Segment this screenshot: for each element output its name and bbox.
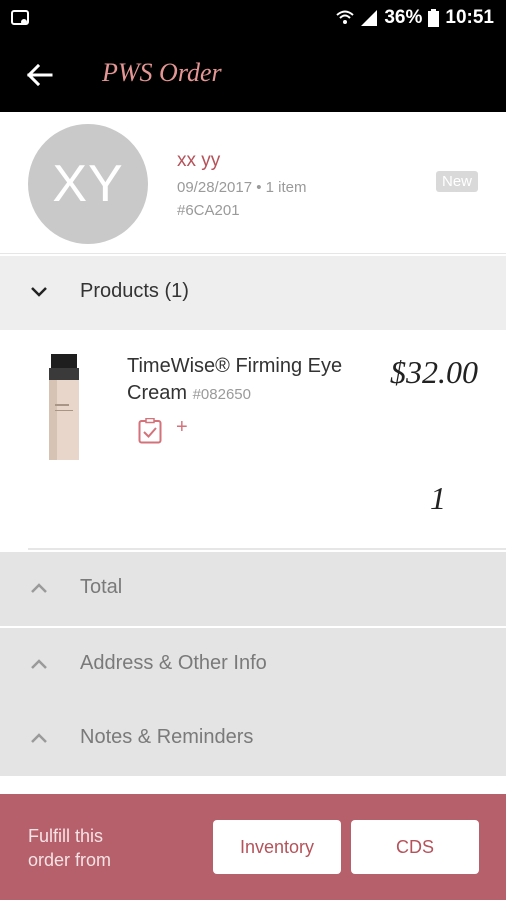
checklist-icon[interactable] (138, 418, 162, 444)
total-section-label: Total (80, 576, 123, 598)
avatar: XY (28, 124, 148, 244)
address-section-header[interactable]: Address & Other Info (0, 628, 506, 702)
cds-button[interactable]: CDS (351, 820, 479, 874)
chevron-up-icon (31, 659, 47, 669)
chevron-up-icon (31, 733, 47, 743)
chevron-down-icon (31, 287, 47, 297)
product-sku: #082650 (192, 386, 251, 403)
screen-cast-icon (11, 10, 29, 25)
customer-header[interactable]: XY xx yy 09/28/2017 • 1 item #6CA201 New (0, 112, 506, 254)
address-section-label: Address & Other Info (80, 652, 267, 674)
add-icon[interactable]: + (176, 416, 188, 439)
divider (28, 548, 506, 550)
product-price: $32.00 (390, 354, 478, 390)
notes-section-header[interactable]: Notes & Reminders (0, 702, 506, 776)
status-badge: New (435, 171, 478, 192)
product-name: TimeWise® Firming Eye Cream #082650 (127, 353, 372, 408)
products-section-header[interactable]: Products (1) (0, 256, 506, 330)
fulfill-footer: Fulfill this order from Inventory CDS (0, 794, 506, 900)
clock: 10:51 (445, 7, 494, 28)
customer-name[interactable]: xx yy (177, 150, 220, 172)
status-right: 36% 10:51 (336, 6, 494, 30)
wifi-icon (336, 10, 355, 24)
signal-icon (361, 10, 378, 26)
order-meta: 09/28/2017 • 1 item (177, 179, 307, 196)
battery-percent: 36% (384, 7, 423, 28)
notes-section-label: Notes & Reminders (80, 726, 254, 748)
products-section-label: Products (1) (80, 280, 189, 302)
product-image (49, 354, 79, 460)
app-bar: PWS Order (0, 36, 506, 112)
product-quantity[interactable]: 1 (430, 480, 446, 517)
page-title: PWS Order (102, 58, 222, 87)
chevron-up-icon (31, 583, 47, 593)
total-section-header[interactable]: Total (0, 552, 506, 626)
fulfill-label: Fulfill this order from (28, 826, 112, 870)
back-arrow-icon[interactable] (24, 60, 54, 90)
status-bar: 36% 10:51 (0, 0, 506, 36)
inventory-button[interactable]: Inventory (213, 820, 341, 874)
order-id: #6CA201 (177, 202, 240, 219)
product-item[interactable]: TimeWise® Firming Eye Cream #082650 $32.… (0, 330, 506, 550)
battery-icon (428, 9, 440, 27)
